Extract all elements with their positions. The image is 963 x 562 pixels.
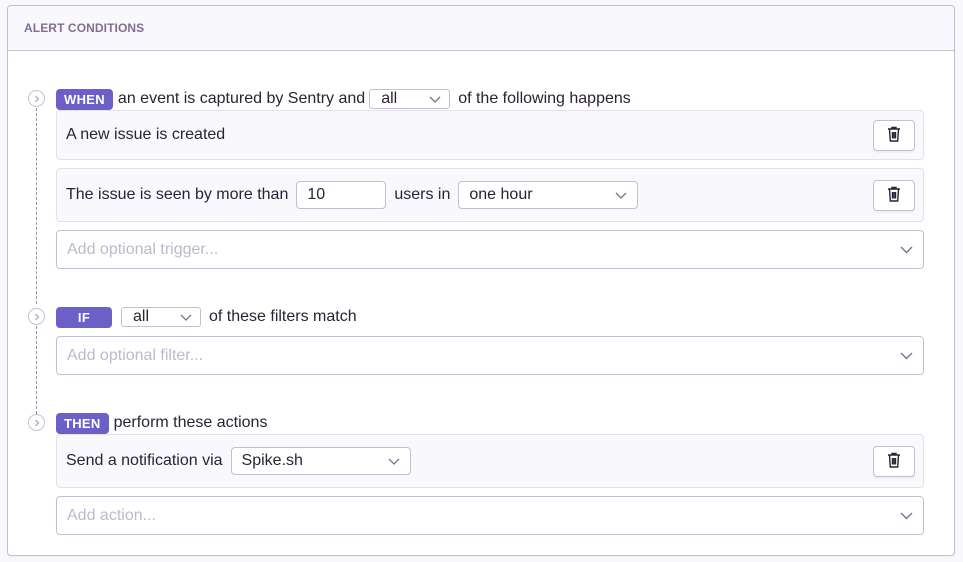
notification-service-value: Spike.sh	[241, 452, 303, 469]
panel-body: WHEN an event is captured by Sentry and …	[8, 52, 954, 555]
then-badge: THEN	[56, 412, 109, 434]
if-match-select[interactable]: all	[121, 307, 201, 327]
panel-header: Alert Conditions	[8, 6, 954, 51]
add-trigger-select[interactable]: Add optional trigger...	[56, 230, 924, 269]
when-match-value: all	[381, 90, 398, 107]
timeline-line-when	[36, 108, 37, 304]
if-header: IF all of these filters match	[56, 306, 357, 328]
then-header: THEN perform these actions	[56, 412, 267, 434]
if-suffix: of these filters match	[209, 308, 357, 325]
when-suffix: of the following happens	[458, 90, 631, 107]
when-badge: WHEN	[56, 88, 113, 110]
then-suffix: perform these actions	[113, 414, 268, 431]
chevron-right-circle-icon	[28, 308, 45, 325]
condition-row: A new issue is created	[56, 110, 924, 160]
condition-row: The issue is seen by more than 10 users …	[56, 168, 924, 222]
timeline-line-if	[36, 326, 37, 414]
add-filter-select[interactable]: Add optional filter...	[56, 336, 924, 375]
when-prefix: an event is captured by Sentry and	[117, 90, 366, 107]
add-action-select[interactable]: Add action...	[56, 496, 924, 535]
chevron-down-icon	[900, 352, 913, 360]
delete-condition-button[interactable]	[873, 119, 915, 151]
chevron-down-icon	[900, 512, 913, 520]
if-badge: IF	[56, 306, 112, 328]
alert-conditions-panel: Alert Conditions WHEN an event is captur…	[7, 5, 955, 556]
if-match-value: all	[133, 308, 150, 325]
add-filter-placeholder: Add optional filter...	[67, 346, 204, 364]
chevron-right-circle-icon	[28, 90, 45, 107]
condition-text: A new issue is created	[66, 126, 226, 143]
chevron-down-icon	[900, 246, 913, 254]
action-prefix: Send a notification via	[66, 452, 223, 469]
interval-select[interactable]: one hour	[458, 181, 639, 209]
add-action-placeholder: Add action...	[67, 506, 156, 524]
when-header: WHEN an event is captured by Sentry and …	[56, 88, 631, 110]
delete-action-button[interactable]	[873, 445, 915, 477]
chevron-down-icon	[180, 314, 192, 321]
chevron-down-icon	[429, 96, 441, 103]
when-match-select[interactable]: all	[369, 89, 451, 109]
users-count-input[interactable]: 10	[296, 181, 387, 209]
notification-service-select[interactable]: Spike.sh	[230, 447, 411, 475]
chevron-down-icon	[615, 192, 627, 199]
trash-icon	[887, 126, 901, 145]
trash-icon	[887, 186, 901, 205]
trash-icon	[887, 452, 901, 471]
delete-condition-button[interactable]	[873, 179, 915, 211]
chevron-down-icon	[388, 458, 400, 465]
interval-value: one hour	[469, 186, 533, 203]
chevron-right-circle-icon	[28, 414, 45, 431]
condition-prefix: The issue is seen by more than	[66, 186, 289, 203]
action-row: Send a notification via Spike.sh	[56, 434, 924, 488]
condition-middle: users in	[394, 186, 451, 203]
add-trigger-placeholder: Add optional trigger...	[67, 240, 219, 258]
